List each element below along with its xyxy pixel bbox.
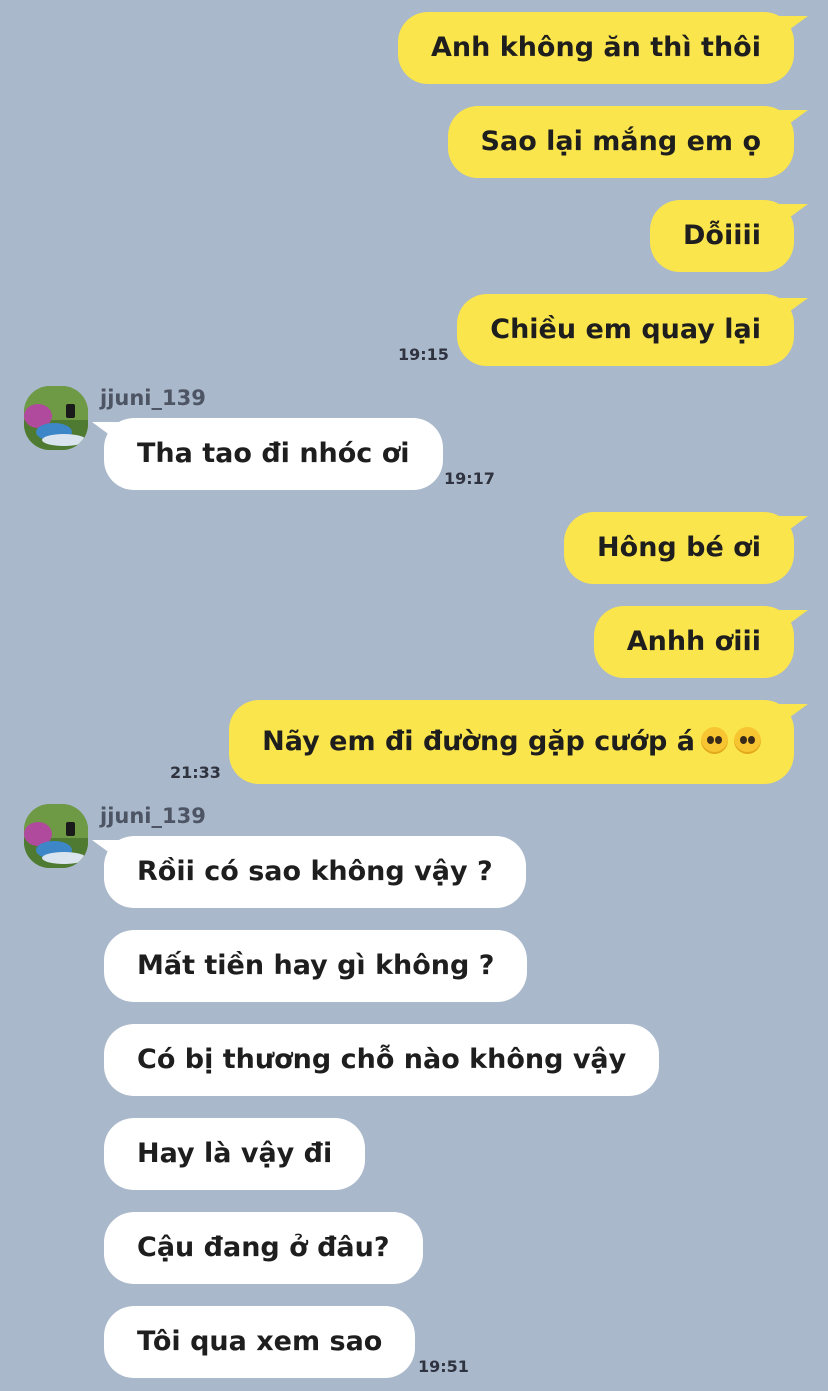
outgoing-message[interactable]: Dỗiiii: [650, 200, 794, 272]
avatar-photo-icon: [24, 386, 88, 450]
outgoing-message[interactable]: Hông bé ơi: [564, 512, 794, 584]
contact-avatar[interactable]: [24, 804, 88, 868]
pleading-face-emoji-icon: [701, 727, 728, 754]
incoming-message[interactable]: Hay là vậy đi: [104, 1118, 366, 1190]
pleading-face-emoji-icon: [734, 727, 761, 754]
message-timestamp: 21:33: [170, 763, 221, 782]
outgoing-message[interactable]: Chiều em quay lại: [457, 294, 794, 366]
message-timestamp: 19:15: [398, 345, 449, 364]
message-text: Rồii có sao không vậy ?: [137, 856, 493, 887]
message-text: Chiều em quay lại: [490, 314, 761, 345]
message-text: Anhh ơiii: [626, 626, 761, 657]
message-text: Anh không ăn thì thôi: [431, 32, 761, 63]
message-text: Mất tiền hay gì không ?: [137, 950, 495, 981]
message-text: Tôi qua xem sao: [137, 1326, 383, 1357]
message-text: Tha tao đi nhóc ơi: [137, 438, 410, 469]
incoming-message[interactable]: Rồii có sao không vậy ?: [104, 836, 526, 908]
message-text: Có bị thương chỗ nào không vậy: [137, 1044, 627, 1075]
outgoing-message[interactable]: Sao lại mắng em ọ: [447, 106, 794, 178]
contact-avatar[interactable]: [24, 386, 88, 450]
incoming-message[interactable]: Có bị thương chỗ nào không vậy: [104, 1024, 660, 1096]
sender-name[interactable]: jjuni_139: [100, 386, 206, 410]
message-text: Sao lại mắng em ọ: [480, 126, 761, 157]
incoming-message[interactable]: Mất tiền hay gì không ?: [104, 930, 528, 1002]
message-text: Hông bé ơi: [597, 532, 761, 563]
sender-name[interactable]: jjuni_139: [100, 804, 206, 828]
incoming-message[interactable]: Cậu đang ở đâu?: [104, 1212, 423, 1284]
outgoing-message[interactable]: Anh không ăn thì thôi: [398, 12, 794, 84]
outgoing-message[interactable]: Anhh ơiii: [593, 606, 794, 678]
message-text: Dỗiiii: [683, 220, 761, 251]
avatar-photo-icon: [24, 804, 88, 868]
incoming-message[interactable]: Tha tao đi nhóc ơi: [104, 418, 443, 490]
message-text: Cậu đang ở đâu?: [137, 1232, 390, 1263]
message-text: Nãy em đi đường gặp cướp á: [262, 726, 695, 757]
incoming-message[interactable]: Tôi qua xem sao: [104, 1306, 416, 1378]
outgoing-message[interactable]: Nãy em đi đường gặp cướp á: [229, 700, 794, 784]
message-text: Hay là vậy đi: [137, 1138, 333, 1169]
message-timestamp: 19:51: [418, 1357, 469, 1376]
message-timestamp: 19:17: [444, 469, 495, 488]
